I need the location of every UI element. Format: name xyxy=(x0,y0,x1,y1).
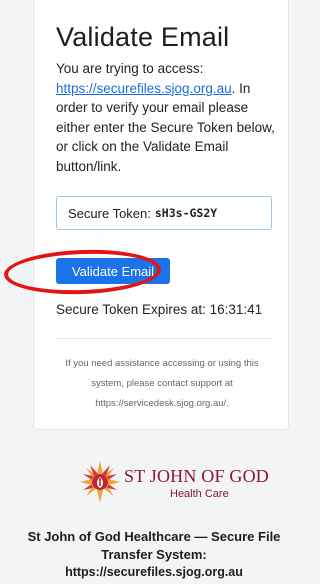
validate-email-card: Validate Email You are trying to access:… xyxy=(33,0,289,430)
logo-name: ST JOHN OF GOD xyxy=(124,466,269,486)
logo-subtitle: Health Care xyxy=(170,488,229,500)
intro-text: You are trying to access: https://secure… xyxy=(56,59,278,176)
footer-link[interactable]: https://securefiles.sjog.org.au xyxy=(10,565,298,579)
token-expiry-text: Secure Token Expires at: 16:31:41 xyxy=(56,302,263,317)
secure-token-field[interactable]: Secure Token: sH3s-GS2Y xyxy=(56,196,272,230)
validate-email-button[interactable]: Validate Email xyxy=(56,258,170,284)
divider xyxy=(56,338,272,339)
token-value: sH3s-GS2Y xyxy=(154,206,218,220)
assistance-text: If you need assistance accessing or usin… xyxy=(65,358,259,409)
sjog-emblem-icon xyxy=(80,461,120,503)
sjog-logo: ST JOHN OF GOD Health Care xyxy=(80,460,269,510)
page-title: Validate Email xyxy=(56,22,230,52)
secure-files-link[interactable]: https://securefiles.sjog.org.au xyxy=(56,81,232,96)
token-label: Secure Token: xyxy=(68,205,151,221)
footer-title: St John of God Healthcare — Secure File … xyxy=(27,529,281,562)
intro-prefix: You are trying to access: xyxy=(56,61,204,76)
